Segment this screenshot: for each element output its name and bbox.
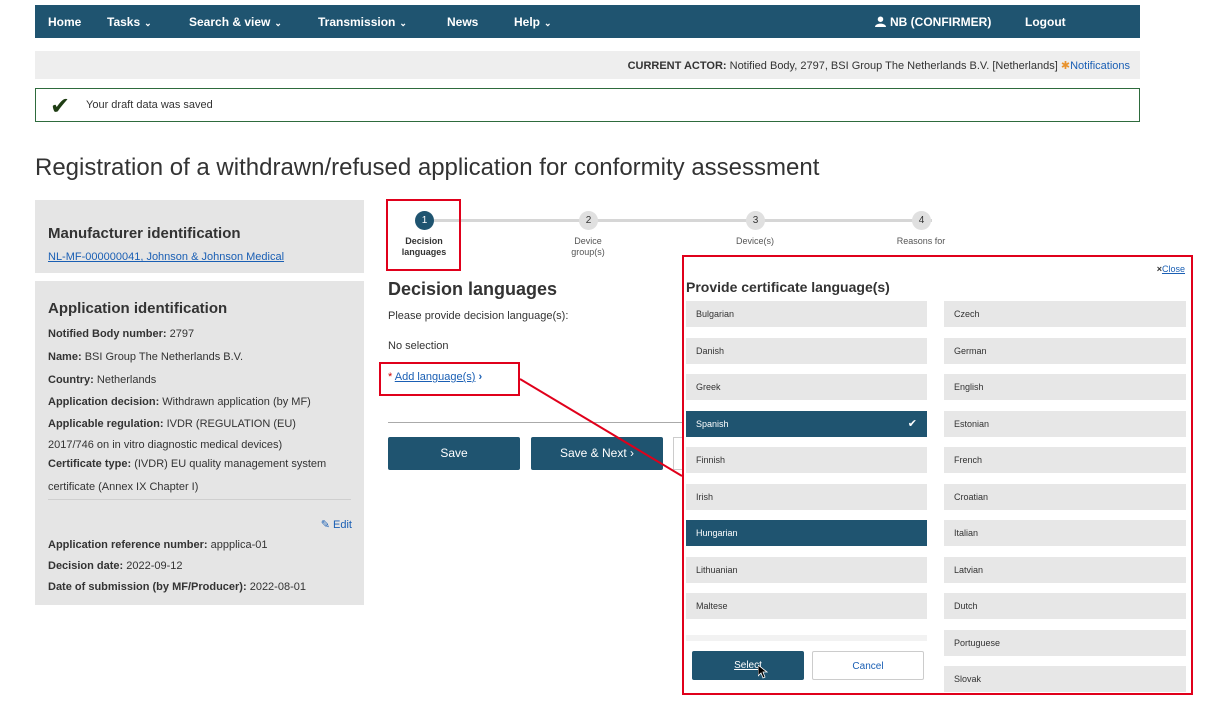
- manufacturer-link[interactable]: NL-MF-000000041, Johnson & Johnson Medic…: [48, 251, 284, 263]
- chevron-down-icon: ⌄: [274, 18, 282, 28]
- language-option-selected[interactable]: Hungarian: [686, 520, 927, 546]
- step-3-label: Device(s): [735, 236, 774, 246]
- step-4-label: Reasons for: [896, 236, 946, 246]
- country-row: Country: Netherlands: [48, 374, 157, 386]
- current-actor-text: CURRENT ACTOR: Notified Body, 2797, BSI …: [628, 59, 1130, 72]
- save-button[interactable]: Save: [388, 437, 520, 470]
- language-option[interactable]: Irish: [686, 484, 927, 510]
- submission-date-row: Date of submission (by MF/Producer): 202…: [48, 581, 306, 593]
- no-selection-text: No selection: [388, 340, 449, 352]
- section-heading: Decision languages: [388, 279, 558, 299]
- certificate-row: Certificate type: (IVDR) EU quality mana…: [48, 458, 327, 470]
- edit-link[interactable]: ✎ Edit: [321, 518, 352, 531]
- current-actor-label: CURRENT ACTOR:: [627, 60, 727, 72]
- chevron-right-icon: ›: [630, 446, 635, 460]
- logout-link[interactable]: Logout: [1025, 15, 1066, 29]
- current-actor-bar: CURRENT ACTOR: Notified Body, 2797, BSI …: [35, 51, 1140, 79]
- nav-home[interactable]: Home: [48, 15, 81, 29]
- language-option[interactable]: Maltese: [686, 593, 927, 619]
- nav-tasks[interactable]: Tasks ⌄: [107, 15, 152, 29]
- save-next-button[interactable]: Save & Next ›: [531, 437, 663, 470]
- page-title: Registration of a withdrawn/refused appl…: [35, 154, 820, 181]
- decision-row: Application decision: Withdrawn applicat…: [48, 396, 311, 408]
- regulation-row-cont: 2017/746 on in vitro diagnostic medical …: [48, 439, 283, 451]
- language-option[interactable]: Dutch: [944, 593, 1186, 619]
- cancel-button[interactable]: Cancel: [812, 651, 924, 680]
- success-message-text: Your draft data was saved: [86, 99, 213, 111]
- language-option[interactable]: Latvian: [944, 557, 1186, 583]
- select-button[interactable]: Select: [692, 651, 804, 680]
- nav-news[interactable]: News: [447, 15, 478, 29]
- list-separator: [686, 635, 927, 641]
- prompt-text: Please provide decision language(s):: [388, 310, 569, 322]
- language-modal: ×Close Provide certificate language(s) B…: [682, 255, 1193, 695]
- decision-date-row: Decision date: 2022-09-12: [48, 560, 183, 572]
- language-option[interactable]: Slovak: [944, 666, 1186, 692]
- form-divider: [388, 422, 688, 423]
- language-option[interactable]: Croatian: [944, 484, 1186, 510]
- manufacturer-panel: Manufacturer identification NL-MF-000000…: [35, 200, 364, 273]
- language-option[interactable]: French: [944, 447, 1186, 473]
- notifications-link[interactable]: Notifications: [1070, 60, 1130, 72]
- success-message: ✔ Your draft data was saved: [35, 88, 1140, 122]
- manufacturer-title: Manufacturer identification: [48, 225, 241, 242]
- modal-title: Provide certificate language(s): [686, 279, 890, 295]
- mouse-cursor-icon: [757, 664, 769, 682]
- nav-help[interactable]: Help ⌄: [514, 15, 552, 29]
- stepper-track: [426, 219, 932, 222]
- chevron-down-icon: ⌄: [544, 18, 552, 28]
- pencil-icon: ✎: [320, 519, 330, 531]
- add-languages-highlight: [379, 362, 520, 396]
- certificate-row-cont: certificate (Annex IX Chapter I): [48, 481, 199, 493]
- nav-transmission[interactable]: Transmission ⌄: [318, 15, 407, 29]
- language-option-selected[interactable]: Spanish ✔: [686, 411, 927, 437]
- checkmark-icon: ✔: [50, 93, 71, 120]
- reference-row: Application reference number: appplica-0…: [48, 539, 268, 551]
- checkmark-icon: ✔: [907, 418, 917, 430]
- chevron-down-icon: ⌄: [144, 18, 152, 28]
- language-option[interactable]: Estonian: [944, 411, 1186, 437]
- step-4-dot[interactable]: 4: [912, 211, 931, 230]
- application-panel: Application identification Notified Body…: [35, 281, 364, 605]
- bell-icon: ✱: [1060, 60, 1071, 72]
- language-option[interactable]: Lithuanian: [686, 557, 927, 583]
- nav-search-view[interactable]: Search & view ⌄: [189, 15, 282, 29]
- language-option[interactable]: Portuguese: [944, 630, 1186, 656]
- close-link[interactable]: ×Close: [1157, 264, 1185, 274]
- panel-divider: [48, 499, 351, 500]
- language-option[interactable]: Greek: [686, 374, 927, 400]
- user-icon: [875, 16, 886, 27]
- language-option[interactable]: German: [944, 338, 1186, 364]
- application-title: Application identification: [48, 300, 228, 317]
- step-3-dot[interactable]: 3: [746, 211, 765, 230]
- step-1-highlight: [386, 199, 461, 271]
- chevron-down-icon: ⌄: [399, 18, 407, 28]
- language-option[interactable]: Danish: [686, 338, 927, 364]
- step-2-label: Device group(s): [571, 236, 605, 257]
- nb-number-row: Notified Body number: 2797: [48, 328, 195, 340]
- name-row: Name: BSI Group The Netherlands B.V.: [48, 351, 244, 363]
- language-option[interactable]: Italian: [944, 520, 1186, 546]
- current-actor-value: Notified Body, 2797, BSI Group The Nethe…: [729, 60, 1058, 72]
- top-navigation-bar: Home Tasks ⌄ Search & view ⌄ Transmission ⌄…: [35, 5, 1140, 38]
- user-menu[interactable]: NB (CONFIRMER): [875, 15, 991, 29]
- language-option[interactable]: Czech: [944, 301, 1186, 327]
- language-option[interactable]: Finnish: [686, 447, 927, 473]
- language-option[interactable]: English: [944, 374, 1186, 400]
- regulation-row: Applicable regulation: IVDR (REGULATION …: [48, 418, 296, 430]
- step-2-dot[interactable]: 2: [579, 211, 598, 230]
- language-option[interactable]: Bulgarian: [686, 301, 927, 327]
